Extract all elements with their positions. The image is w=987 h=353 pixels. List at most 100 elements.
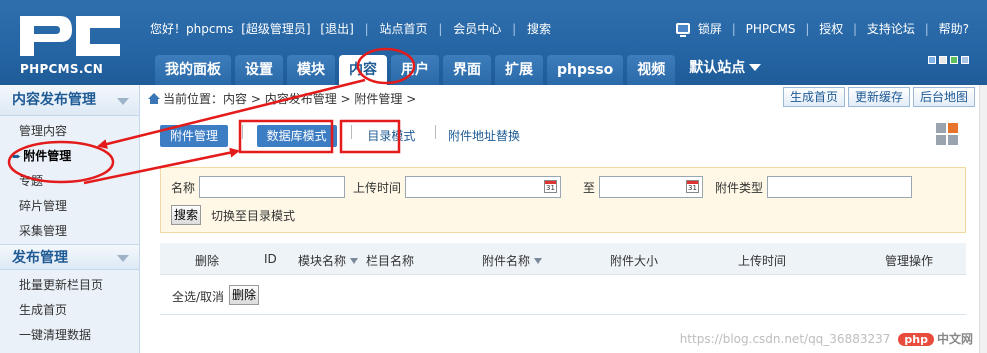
delete-button[interactable]: 删除 bbox=[229, 285, 260, 305]
sidebar-group-publish[interactable]: 发布管理 bbox=[0, 244, 139, 270]
calendar-icon[interactable] bbox=[686, 180, 699, 193]
grid-cell bbox=[936, 123, 946, 133]
sidebar-item-collection[interactable]: 采集管理 bbox=[0, 219, 139, 244]
to-label: 至 bbox=[583, 181, 596, 195]
update-cache-button[interactable]: 更新缓存 bbox=[847, 87, 910, 107]
top-links: 您好！phpcms [超级管理员] [退出] | 站点首页 | 会员中心 | 搜… bbox=[150, 20, 551, 37]
generate-home-button[interactable]: 生成首页 bbox=[782, 87, 845, 107]
greeting-text: 您好！phpcms bbox=[150, 22, 234, 36]
grid-cell bbox=[936, 135, 946, 145]
tab-settings[interactable]: 设置 bbox=[235, 55, 283, 85]
authorize-link[interactable]: 授权 bbox=[819, 22, 843, 36]
sidebar-item-manage-content[interactable]: 管理内容 bbox=[0, 119, 139, 144]
top-header: PHPCMS.CN 您好！phpcms [超级管理员] [退出] | 站点首页 … bbox=[0, 0, 987, 85]
name-label: 名称 bbox=[171, 181, 196, 195]
tab-video[interactable]: 视频 bbox=[627, 55, 676, 85]
sidebar-item-attachments[interactable]: ➨ 附件管理 bbox=[0, 144, 139, 169]
grid-cell bbox=[948, 135, 958, 145]
divider: | bbox=[805, 22, 810, 36]
sidebar-item-generate-home[interactable]: 生成首页 bbox=[0, 298, 139, 323]
divider: | bbox=[512, 22, 517, 36]
tab-interface[interactable]: 界面 bbox=[443, 55, 491, 85]
sidebar-item-special[interactable]: 专题 bbox=[0, 169, 139, 194]
sort-icon bbox=[350, 258, 359, 264]
role-text: [超级管理员] bbox=[241, 22, 311, 36]
collapse-icon bbox=[117, 98, 129, 105]
sidebar-item-clear-data[interactable]: 一键清理数据 bbox=[0, 323, 139, 348]
end-date-input[interactable] bbox=[599, 176, 703, 198]
search-button[interactable]: 搜索 bbox=[171, 205, 202, 225]
tab-url-replace[interactable]: 附件地址替换 bbox=[442, 125, 526, 147]
select-all-toggle[interactable]: 全选/取消 bbox=[172, 288, 224, 305]
col-upload-time: 上传时间 bbox=[738, 254, 787, 268]
col-module-name[interactable]: 模块名称 bbox=[298, 252, 359, 269]
logout-link[interactable]: [退出] bbox=[320, 20, 353, 37]
watermark: https://blog.csdn.net/qq_36883237 php 中文网 bbox=[680, 330, 973, 347]
name-input[interactable] bbox=[199, 176, 345, 198]
phpcms-logo[interactable]: PHPCMS.CN bbox=[0, 0, 140, 85]
grid-cell bbox=[948, 123, 958, 133]
divider bbox=[350, 125, 352, 139]
calendar-icon[interactable] bbox=[544, 180, 557, 193]
tab-my-panel[interactable]: 我的面板 bbox=[155, 55, 231, 85]
quick-buttons: 生成首页 更新缓存 后台地图 bbox=[780, 87, 975, 107]
sidebar-item-blocks[interactable]: 碎片管理 bbox=[0, 194, 139, 219]
breadcrumb-path: 内容 > 内容发布管理 > 附件管理 > bbox=[223, 92, 417, 106]
sidebar-group-content-publish[interactable]: 内容发布管理 bbox=[0, 85, 139, 116]
lock-screen-link[interactable]: 锁屏 bbox=[698, 22, 722, 36]
site-map-button[interactable]: 后台地图 bbox=[912, 87, 975, 107]
logo-subtitle: PHPCMS.CN bbox=[20, 62, 104, 76]
site-home-link[interactable]: 站点首页 bbox=[380, 20, 428, 37]
tab-attachment-manage[interactable]: 附件管理 bbox=[160, 125, 229, 147]
tab-phpsso[interactable]: phpsso bbox=[547, 55, 624, 85]
sidebar-item-batch-update[interactable]: 批量更新栏目页 bbox=[0, 273, 139, 298]
help-link[interactable]: 帮助? bbox=[939, 22, 969, 36]
skin-swatch[interactable] bbox=[939, 56, 947, 64]
tab-modules[interactable]: 模块 bbox=[287, 55, 335, 85]
main-content: 当前位置：内容 > 内容发布管理 > 附件管理 > 生成首页 更新缓存 后台地图 附… bbox=[148, 85, 987, 353]
skin-swatch[interactable] bbox=[950, 56, 958, 64]
col-attachment-size: 附件大小 bbox=[610, 254, 659, 268]
divider: | bbox=[731, 22, 736, 36]
tab-extensions[interactable]: 扩展 bbox=[495, 55, 543, 85]
tab-directory-mode[interactable]: 目录模式 bbox=[361, 125, 421, 147]
default-site-dropdown[interactable]: 默认站点 bbox=[689, 52, 762, 85]
sidebar-item-label: 附件管理 bbox=[23, 149, 72, 163]
mode-tabs: 附件管理 数据库模式 目录模式 附件地址替换 bbox=[160, 125, 534, 151]
sort-icon bbox=[534, 258, 543, 264]
tab-content[interactable]: 内容 bbox=[339, 55, 387, 85]
chevron-down-icon bbox=[749, 64, 762, 71]
skin-swatch[interactable] bbox=[961, 56, 969, 64]
phpcms-link[interactable]: PHPCMS bbox=[746, 22, 796, 36]
vertical-scrollbar[interactable] bbox=[979, 85, 987, 353]
php-badge: php bbox=[898, 333, 934, 346]
watermark-site: 中文网 bbox=[936, 332, 973, 346]
sidebar: 内容发布管理 管理内容 ➨ 附件管理 专题 碎片管理 采集管理 发布管理 批量更新… bbox=[0, 85, 140, 353]
search-link[interactable]: 搜索 bbox=[527, 20, 551, 37]
type-input[interactable] bbox=[767, 176, 912, 198]
tab-users[interactable]: 用户 bbox=[391, 55, 439, 85]
upload-time-label: 上传时间 bbox=[353, 181, 402, 195]
breadcrumb: 当前位置：内容 > 内容发布管理 > 附件管理 > bbox=[148, 90, 416, 107]
col-id[interactable]: ID bbox=[264, 252, 277, 266]
divider: | bbox=[924, 22, 929, 36]
skin-swatch[interactable] bbox=[928, 56, 936, 64]
col-actions: 管理操作 bbox=[885, 254, 934, 268]
main-nav: 我的面板 设置 模块 内容 用户 界面 扩展 phpsso 视频 默认站点 bbox=[155, 52, 762, 85]
divider: | bbox=[853, 22, 858, 36]
support-forum-link[interactable]: 支持论坛 bbox=[867, 22, 915, 36]
sidebar-group-title: 内容发布管理 bbox=[12, 92, 96, 108]
column-label: 附件名称 bbox=[482, 254, 531, 268]
type-label: 附件类型 bbox=[715, 181, 764, 195]
arrow-right-icon: ➨ bbox=[12, 150, 22, 163]
default-site-label: 默认站点 bbox=[689, 60, 746, 76]
member-center-link[interactable]: 会员中心 bbox=[453, 20, 501, 37]
switch-mode-text: 切换至目录模式 bbox=[211, 209, 296, 223]
start-date-input[interactable] bbox=[405, 176, 561, 198]
divider: | bbox=[364, 22, 369, 36]
top-right-links: 锁屏 | PHPCMS | 授权 | 支持论坛 | 帮助? bbox=[676, 20, 969, 37]
tab-database-mode[interactable]: 数据库模式 bbox=[256, 125, 337, 147]
watermark-url: https://blog.csdn.net/qq_36883237 bbox=[679, 332, 891, 346]
layout-switch-icon[interactable] bbox=[934, 121, 962, 149]
col-attachment-name[interactable]: 附件名称 bbox=[482, 252, 543, 269]
